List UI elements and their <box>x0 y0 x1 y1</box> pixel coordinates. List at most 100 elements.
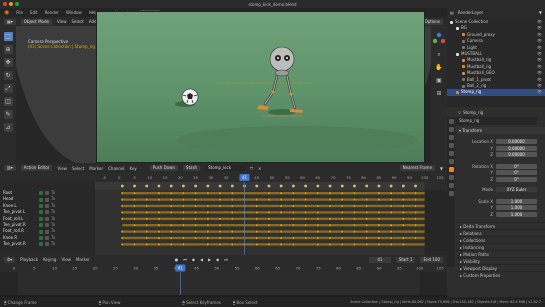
summary-keyframe[interactable] <box>182 184 185 188</box>
action-name-field[interactable]: Stomp_kick <box>205 165 246 171</box>
keyframe-dot[interactable] <box>169 230 173 234</box>
keyframe-dot[interactable] <box>267 236 271 240</box>
keyframe-dot[interactable] <box>389 198 393 202</box>
auto-key-icon[interactable]: ● <box>175 257 179 262</box>
ds-menu-select[interactable]: Select <box>72 166 84 171</box>
summary-keyframe[interactable] <box>206 184 210 188</box>
next-key-icon[interactable]: ◆ <box>216 257 219 262</box>
outliner-item[interactable]: Stomp_rig 👁 <box>447 89 545 96</box>
keyframe-dot[interactable] <box>120 210 124 214</box>
summary-keyframe[interactable] <box>316 184 320 188</box>
play-icon[interactable]: ▶ <box>208 257 211 262</box>
keyframe-dot[interactable] <box>267 230 271 234</box>
keyframe-dot[interactable] <box>316 242 320 246</box>
keyframe-dot[interactable] <box>353 223 356 227</box>
minimize-window-icon[interactable] <box>9 2 13 6</box>
keyframe-dot[interactable] <box>255 210 259 214</box>
keyframe-dot[interactable] <box>194 198 198 202</box>
keyframe-dot[interactable] <box>304 217 308 221</box>
channel-checkbox[interactable] <box>39 242 43 247</box>
keyframe-dot[interactable] <box>365 210 369 214</box>
keyframe-dot[interactable] <box>255 204 259 208</box>
keyframe-dot[interactable] <box>145 236 149 240</box>
keyframe-dot[interactable] <box>267 198 271 202</box>
keyframe-dot[interactable] <box>157 236 161 240</box>
motion-paths-header[interactable]: ▸ Motion Paths <box>456 250 545 257</box>
summary-keyframe[interactable] <box>145 184 149 188</box>
zoom-icon[interactable]: ⌕ <box>435 51 443 59</box>
transform-tool-icon[interactable]: ◫ <box>3 97 13 106</box>
keyframe-dot[interactable] <box>218 204 222 208</box>
keyframe-dot[interactable] <box>340 236 344 240</box>
keyframe-dot[interactable] <box>377 191 381 195</box>
mode-dropdown[interactable]: Object Mode <box>20 18 52 25</box>
channel-lock-icon[interactable] <box>45 223 49 228</box>
keyframe-dot[interactable] <box>218 198 222 202</box>
push-down-button[interactable]: Push Down <box>149 165 178 171</box>
keyframe-dot[interactable] <box>389 242 393 246</box>
keyframe-dot[interactable] <box>230 204 234 208</box>
channel-checkbox[interactable] <box>39 223 43 228</box>
start-frame-field[interactable]: Start 1 <box>395 256 416 263</box>
keyframe-dot[interactable] <box>157 223 161 227</box>
close-window-icon[interactable] <box>3 2 7 6</box>
menu-edit[interactable]: Edit <box>30 10 38 15</box>
keyframe-dot[interactable] <box>255 230 259 234</box>
keyframe-dot[interactable] <box>120 236 124 240</box>
keyframe-dot[interactable] <box>181 236 185 240</box>
keyframe-dot[interactable] <box>365 242 369 246</box>
keyframe-dot[interactable] <box>169 191 173 195</box>
keyframe-dot[interactable] <box>133 223 136 227</box>
timeline-editor-type-button[interactable]: ⏱▾ <box>4 256 16 263</box>
keyframe-dot[interactable] <box>389 223 393 227</box>
ds-menu-marker[interactable]: Marker <box>89 166 103 171</box>
keyframe-dot[interactable] <box>194 230 198 234</box>
summary-keyframe[interactable] <box>255 184 259 188</box>
keyframe-dot[interactable] <box>145 210 149 214</box>
jump-end-icon[interactable]: ⏭ <box>224 257 228 262</box>
keyframe-dot[interactable] <box>316 223 320 227</box>
keyframe-dot[interactable] <box>328 223 332 227</box>
data-tab-icon[interactable] <box>448 191 454 196</box>
keyframe-dot[interactable] <box>401 204 405 208</box>
keyframe-dot[interactable] <box>291 210 295 214</box>
keyframe-dot[interactable] <box>145 217 149 221</box>
keyframe-dot[interactable] <box>304 210 308 214</box>
keyframe-dot[interactable] <box>206 236 210 240</box>
keyframe-dot[interactable] <box>365 223 369 227</box>
keyframe-dot[interactable] <box>316 204 320 208</box>
keyframe-dot[interactable] <box>194 204 198 208</box>
keyframe-dot[interactable] <box>181 210 185 214</box>
keyframe-dot[interactable] <box>206 223 210 227</box>
keyframe-dot[interactable] <box>267 217 271 221</box>
summary-keyframe[interactable] <box>279 184 283 188</box>
keyframe-dot[interactable] <box>291 217 295 221</box>
channel-row[interactable]: Toe_pivot.R To <box>0 241 95 247</box>
keyframe-dot[interactable] <box>120 204 124 208</box>
dopesheet-editor-type-button[interactable]: ▥▾ <box>4 165 16 171</box>
ds-menu-channel[interactable]: Channel <box>108 166 124 171</box>
keyframe-dot[interactable] <box>169 242 173 246</box>
keyframe-dot[interactable] <box>328 242 332 246</box>
keyframe-dot[interactable] <box>389 230 393 234</box>
menu-file[interactable]: File <box>16 10 23 15</box>
keyframe-dot[interactable] <box>377 217 381 221</box>
keyframe-dot[interactable] <box>414 191 418 195</box>
keyframe-dot[interactable] <box>304 230 308 234</box>
viewport-display-header[interactable]: ▸ Viewport Display <box>456 264 545 271</box>
keyframe-dot[interactable] <box>340 210 344 214</box>
keyframe-dot[interactable] <box>328 204 332 208</box>
summary-keyframe[interactable] <box>340 184 344 188</box>
close-action-icon[interactable]: ✕ <box>258 166 261 171</box>
keyframe-dot[interactable] <box>377 198 381 202</box>
keyframe-dot[interactable] <box>304 223 308 227</box>
keyframe-dot[interactable] <box>133 198 136 202</box>
rotation-mode-dropdown[interactable]: XYZ Euler <box>496 187 537 193</box>
keyframe-dot[interactable] <box>194 217 198 221</box>
keyframe-dot[interactable] <box>401 217 405 221</box>
keyframe-dot[interactable] <box>133 191 136 195</box>
summary-keyframe[interactable] <box>328 184 332 188</box>
keyframe-dot[interactable] <box>291 204 295 208</box>
keyframe-dot[interactable] <box>230 210 234 214</box>
keyframe-dot[interactable] <box>169 210 173 214</box>
